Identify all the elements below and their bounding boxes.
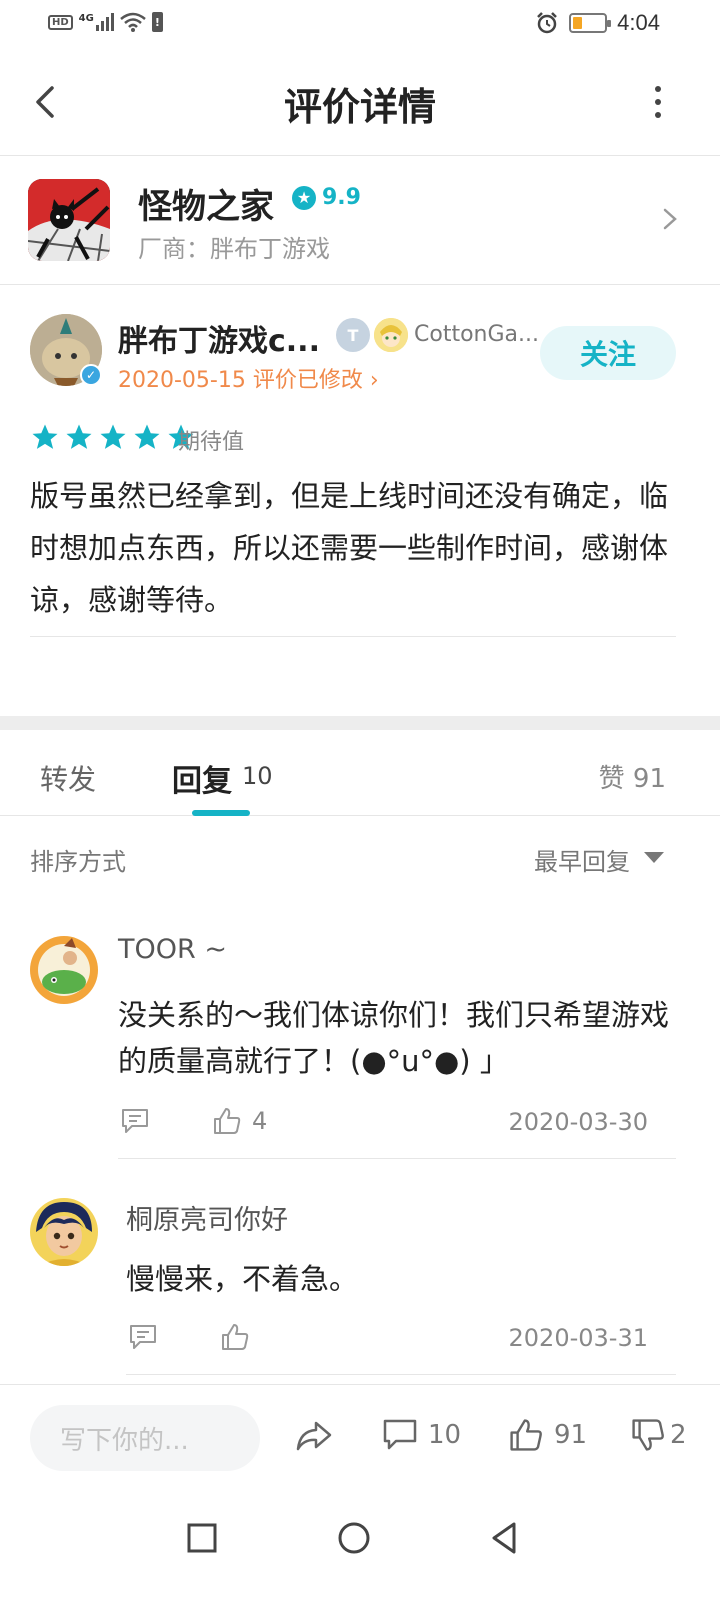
verified-icon: ✓ [80, 364, 102, 386]
star-icon [66, 424, 92, 449]
tab-bar: 转发 回复 10 赞 91 [0, 730, 720, 816]
reply-icon[interactable] [128, 1322, 158, 1352]
tab-reply-count: 10 [242, 762, 273, 790]
rating-label: 期待值 [178, 430, 245, 455]
thumbs-up-icon[interactable] [220, 1322, 250, 1352]
sort-label: 排序方式 [30, 848, 126, 876]
comment-count: 10 [428, 1420, 462, 1450]
tab-likes[interactable]: 赞 91 [599, 758, 666, 795]
section-separator [0, 716, 720, 730]
chevron-right-icon [663, 208, 677, 230]
alert-icon: ! [151, 12, 163, 32]
commenter-name[interactable]: 桐原亮司你好 [126, 1198, 288, 1237]
share-button[interactable] [294, 1417, 334, 1455]
sort-dropdown[interactable]: 最早回复 [534, 842, 630, 877]
tab-repost[interactable]: 转发 [40, 758, 96, 798]
comment-like-count: 4 [252, 1107, 268, 1135]
review-text: 版号虽然已经拿到，但是上线时间还没有确定，临时想加点东西，所以还需要一些制作时间… [30, 479, 669, 617]
game-vendor: 厂商：胖布丁游戏 [138, 235, 330, 263]
like-button[interactable]: 91 [508, 1417, 587, 1453]
chevron-right-small-icon: › [362, 368, 379, 393]
divider [118, 1158, 676, 1159]
like-count: 91 [554, 1420, 588, 1450]
review-date[interactable]: 2020-05-15 评价已修改 › [118, 362, 379, 394]
page-title: 评价详情 [283, 85, 436, 129]
dislike-count: 2 [670, 1420, 687, 1450]
commenter-name[interactable]: TOOR ~ [118, 934, 227, 965]
sort-bar: 排序方式 最早回复 [0, 816, 720, 900]
hd-icon: HD [48, 14, 73, 30]
comment-text: 没关系的～我们体谅你们！我们只希望游戏的质量高就行了！(●°u°●) 」 [118, 998, 670, 1078]
caret-down-icon[interactable] [644, 852, 664, 863]
wifi-icon [120, 12, 146, 32]
level-badge-icon: T [336, 318, 370, 352]
comment-actions [128, 1322, 250, 1352]
tab-reply[interactable]: 回复 [172, 756, 232, 800]
thumbs-up-icon[interactable] [212, 1106, 242, 1136]
star-icon [32, 424, 58, 449]
thumbs-down-icon [632, 1419, 664, 1451]
rating-stars [30, 422, 196, 452]
clock: 4:04 [617, 10, 660, 35]
comment-icon [383, 1419, 417, 1450]
status-left: HD 4G ! [48, 12, 163, 32]
comment-actions: 4 [120, 1106, 267, 1136]
game-score-value: 9.9 [322, 185, 361, 210]
network-type: 4G [78, 13, 94, 24]
comment-button[interactable]: 10 [382, 1417, 461, 1453]
reviewer-name[interactable]: 胖布丁游戏c... [118, 316, 320, 360]
comment-date: 2020-03-30 [508, 1108, 648, 1136]
reply-icon[interactable] [120, 1106, 150, 1136]
alarm-icon [537, 12, 558, 34]
home-circle-icon[interactable] [330, 1514, 378, 1562]
status-right: 4:04 [535, 10, 660, 36]
divider [126, 1374, 676, 1375]
studio-badge-icon [374, 318, 408, 352]
dislike-button[interactable]: 2 [630, 1417, 687, 1453]
reply-input[interactable]: 写下你的... [30, 1405, 260, 1471]
reviewer-studio-name: CottonGa... [414, 322, 539, 347]
game-name: 怪物之家 [138, 187, 274, 227]
comment-date: 2020-03-31 [508, 1324, 648, 1352]
star-icon [134, 424, 160, 449]
share-icon [296, 1421, 332, 1451]
commenter-avatar[interactable] [30, 1198, 98, 1266]
game-rating: ★ 9.9 [292, 185, 361, 210]
game-app-icon [28, 179, 110, 261]
commenter-avatar[interactable] [30, 936, 98, 1004]
status-bar: HD 4G ! 4:04 [0, 0, 720, 48]
divider [30, 636, 676, 637]
bottom-action-bar: 写下你的... 10 91 2 [0, 1384, 720, 1490]
game-card[interactable]: 怪物之家 ★ 9.9 厂商：胖布丁游戏 [0, 157, 720, 285]
review-date-text: 2020-05-15 评价已修改 [118, 368, 363, 393]
back-triangle-icon[interactable] [480, 1514, 528, 1562]
more-menu-icon[interactable] [652, 86, 664, 118]
battery-icon [569, 13, 612, 33]
comment-text: 慢慢来，不着急。 [126, 1262, 359, 1296]
recents-square-icon[interactable] [178, 1514, 226, 1562]
follow-button[interactable]: 关注 [540, 326, 676, 380]
star-badge-icon: ★ [292, 185, 316, 210]
system-nav-bar [0, 1490, 720, 1600]
star-icon [100, 424, 126, 449]
thumbs-up-icon [510, 1419, 542, 1451]
top-app-bar: 评价详情 [0, 48, 720, 156]
4g-signal-icon: 4G [79, 13, 114, 31]
